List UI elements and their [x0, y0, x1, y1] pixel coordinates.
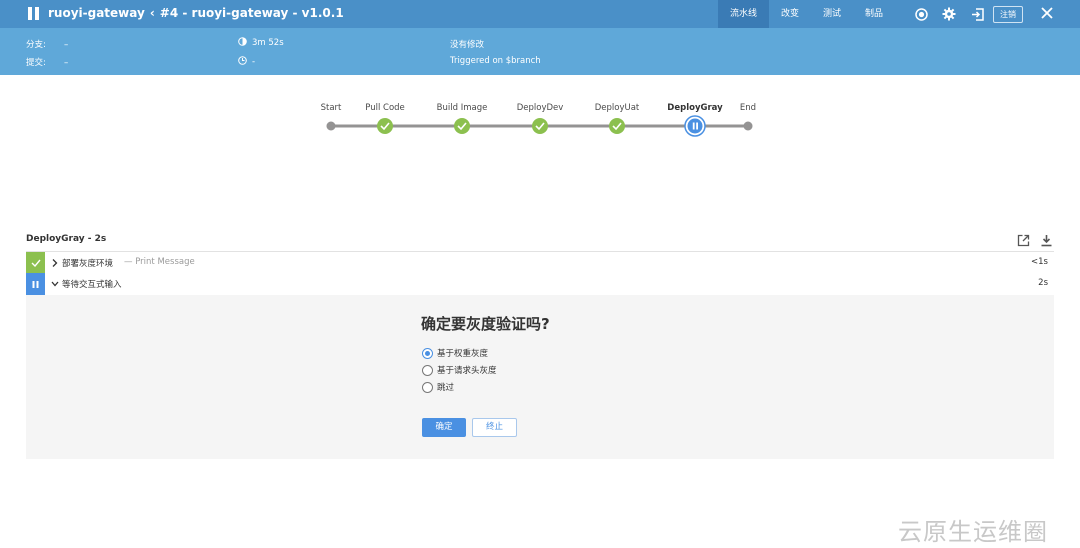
tab-tests[interactable]: 测试 [811, 0, 853, 28]
chevron-down-icon[interactable] [51, 279, 59, 289]
stage-label-deploydev[interactable]: DeployDev [517, 103, 564, 113]
confirm-button[interactable]: 确定 [422, 418, 466, 437]
step-row-print-message[interactable]: 部署灰度环境 — Print Message <1s [26, 251, 1054, 275]
abort-button[interactable]: 终止 [472, 418, 517, 437]
clock-icon [238, 56, 247, 65]
branch-label: 分支: [26, 40, 46, 50]
gear-icon[interactable] [938, 0, 960, 28]
branch-info: 分支: – [26, 38, 68, 50]
logout-button[interactable]: 注销 [993, 6, 1023, 23]
step-row-wait-input[interactable]: 等待交互式输入 2s [26, 273, 1054, 296]
branch-value: – [64, 40, 69, 50]
trigger-info: Triggered on $branch [450, 56, 541, 66]
duration-info: 3m 52s [238, 37, 284, 48]
commit-label: 提交: [26, 58, 46, 68]
input-prompt-panel: 确定要灰度验证吗? 基于权重灰度 基于请求头灰度 跳过 确定 终止 [26, 295, 1054, 459]
input-question: 确定要灰度验证吗? [421, 315, 550, 333]
close-icon[interactable] [1038, 4, 1056, 22]
changes-info: 没有修改 [450, 40, 485, 50]
option-weight-gray[interactable]: 基于权重灰度 [422, 346, 488, 360]
stage-label-end: End [739, 103, 757, 113]
stage-detail-title: DeployGray - 2s [26, 234, 107, 244]
option-label: 基于请求头灰度 [437, 366, 497, 376]
chevron-left-icon: ‹ [149, 6, 155, 20]
tab-pipeline[interactable]: 流水线 [718, 0, 770, 28]
top-bar: ruoyi-gateway ‹ #4 - ruoyi-gateway - v1.0.… [0, 0, 1080, 28]
job-name-link[interactable]: ruoyi-gateway [48, 6, 145, 20]
stage-node-deploydev[interactable] [532, 118, 548, 134]
radio-button[interactable] [422, 381, 433, 393]
stage-label-build-image[interactable]: Build Image [437, 103, 488, 113]
header-icons [910, 0, 994, 28]
run-title: ruoyi-gateway ‹ #4 - ruoyi-gateway - v1.0.… [48, 6, 344, 20]
pipeline-graph: Start Pull Code Build Image DeployDev Deploy… [0, 95, 1080, 145]
step-name: 等待交互式输入 [62, 280, 122, 290]
download-icon[interactable] [1040, 232, 1053, 247]
stage-label-pull-code[interactable]: Pull Code [365, 103, 405, 113]
watermark: 云原生运维圈 [898, 518, 1048, 546]
stage-node-pull-code[interactable] [377, 118, 393, 134]
commit-value: – [64, 58, 69, 68]
stage-node-deploygray[interactable] [684, 115, 706, 137]
radio-button[interactable] [422, 347, 433, 359]
success-status-icon [26, 252, 45, 274]
stage-node-end [743, 121, 753, 131]
option-label: 基于权重灰度 [437, 349, 489, 359]
time-info: - [238, 56, 255, 67]
commit-info: 提交: – [26, 56, 68, 68]
stage-node-deployuat[interactable] [609, 118, 625, 134]
option-skip[interactable]: 跳过 [422, 380, 454, 394]
step-name: 部署灰度环境 [62, 259, 114, 269]
run-title-link[interactable]: #4 - ruoyi-gateway - v1.0.1 [160, 6, 344, 20]
option-header-gray[interactable]: 基于请求头灰度 [422, 363, 497, 377]
nav-tabs: 流水线 改变 测试 制品 [718, 0, 895, 28]
tab-changes[interactable]: 改变 [769, 0, 811, 28]
step-description: — Print Message [124, 257, 195, 267]
stage-node-build-image[interactable] [454, 118, 470, 134]
exit-icon[interactable] [966, 0, 988, 28]
stage-label-deployuat[interactable]: DeployUat [595, 103, 640, 113]
time-value: - [252, 57, 256, 67]
option-label: 跳过 [437, 383, 455, 393]
open-external-icon[interactable] [1017, 232, 1030, 247]
stage-label-deploygray[interactable]: DeployGray [667, 103, 722, 113]
chevron-right-icon[interactable] [51, 258, 59, 268]
step-duration: <1s [1031, 257, 1048, 267]
stage-node-start [326, 121, 336, 131]
paused-status-icon [26, 273, 45, 295]
radio-button[interactable] [422, 364, 433, 376]
run-info-bar: 分支: – 提交: – 3m 52s - 没有修改 Triggered on $br… [0, 28, 1080, 75]
tab-artifacts[interactable]: 制品 [853, 0, 895, 28]
stop-icon[interactable] [910, 0, 932, 28]
stage-label-start: Start [320, 103, 342, 113]
step-duration: 2s [1038, 278, 1048, 288]
duration-icon [238, 37, 247, 46]
pause-icon[interactable] [28, 7, 40, 20]
duration-value: 3m 52s [252, 38, 284, 48]
